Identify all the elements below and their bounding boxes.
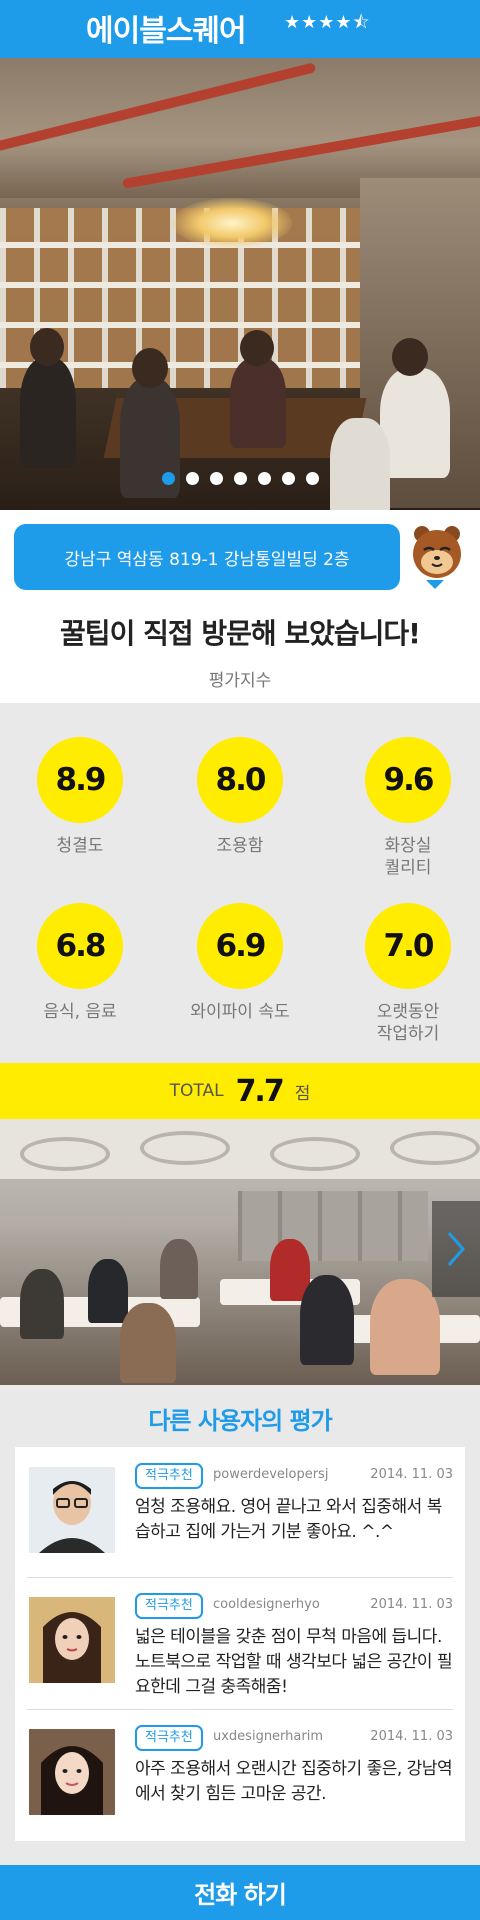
score-value: 7.0 <box>365 903 451 989</box>
photo-person <box>120 1303 176 1383</box>
score-label: 음식, 음료 <box>43 1002 117 1022</box>
photo-person <box>380 368 450 478</box>
other-reviews-section: 다른 사용자의 평가 적극추천 powerdevelopersj 2014. 1… <box>0 1385 480 1865</box>
carousel-dot[interactable] <box>161 472 175 485</box>
review-date: 2014. 11. 03 <box>370 1729 453 1744</box>
score-value: 8.9 <box>37 737 123 823</box>
carousel-dot[interactable] <box>281 472 295 485</box>
review-title: 꿀팁이 직접 방문해 보았습니다! <box>60 617 421 650</box>
carousel-dots <box>0 472 480 485</box>
avatar <box>29 1597 115 1683</box>
photo-person <box>300 1275 354 1365</box>
total-score-bar: TOTAL 7.7 점 <box>0 1063 480 1119</box>
avatar <box>29 1467 115 1553</box>
recommend-badge: 적극추천 <box>135 1463 203 1489</box>
call-button[interactable]: 전화 하기 <box>0 1865 480 1920</box>
recommend-badge: 적극추천 <box>135 1593 203 1619</box>
photo-ceiling-light <box>390 1131 480 1165</box>
carousel-dot[interactable] <box>209 472 223 485</box>
photo-person <box>230 358 286 448</box>
photo-person-head <box>132 348 168 388</box>
score-long-work: 7.0 오랫동안 작업하기 <box>338 903 478 1045</box>
total-label: TOTAL <box>169 1081 224 1101</box>
review-subtitle: 평가지수 <box>208 671 272 691</box>
photo-ceiling-light <box>270 1137 360 1171</box>
carousel-dot[interactable] <box>233 472 247 485</box>
photo-person-head <box>240 330 274 366</box>
score-panel: 8.9 청결도 8.0 조용함 9.6 화장실 퀄리티 6.8 음식, 음료 6… <box>0 703 480 1063</box>
carousel-dot[interactable] <box>305 472 319 485</box>
score-value: 8.0 <box>197 737 283 823</box>
score-value: 9.6 <box>365 737 451 823</box>
hero-photo[interactable] <box>0 58 480 510</box>
total-value: 7.7 <box>235 1073 285 1109</box>
score-value: 6.8 <box>37 903 123 989</box>
review-username: cooldesignerhyo <box>213 1597 320 1612</box>
rating-stars: ★★★★⯪ <box>284 12 371 33</box>
review-list: 적극추천 powerdevelopersj 2014. 11. 03 엄청 조용… <box>15 1447 465 1841</box>
next-photo-button[interactable] <box>432 1201 480 1297</box>
review-date: 2014. 11. 03 <box>370 1597 453 1612</box>
venue-photo[interactable] <box>0 1119 480 1385</box>
photo-chandelier <box>172 198 292 248</box>
photo-ceiling-light <box>140 1131 230 1165</box>
page-title: 에이블스퀘어 <box>86 14 247 49</box>
photo-person-head <box>392 338 428 376</box>
review-item[interactable]: 적극추천 powerdevelopersj 2014. 11. 03 엄청 조용… <box>15 1447 465 1579</box>
app-header: 에이블스퀘어 ★★★★⯪ <box>0 0 480 58</box>
score-food-drink: 6.8 음식, 음료 <box>10 903 150 1023</box>
review-text: 넓은 테이블을 갖춘 점이 무척 마음에 듭니다. 노트북으로 작업할 때 생각… <box>135 1627 453 1697</box>
score-label: 청결도 <box>56 836 104 856</box>
score-label: 와이파이 속도 <box>190 1002 290 1022</box>
score-restroom: 9.6 화장실 퀄리티 <box>338 737 478 879</box>
review-date: 2014. 11. 03 <box>370 1467 453 1482</box>
review-username: uxdesignerharim <box>213 1729 323 1744</box>
address-button[interactable]: 강남구 역삼동 819-1 강남통일빌딩 2층 <box>14 524 400 590</box>
photo-ceiling-light <box>20 1137 110 1171</box>
location-pin-icon <box>426 580 444 589</box>
chipmunk-mascot-icon <box>413 526 461 578</box>
recommend-badge: 적극추천 <box>135 1725 203 1751</box>
score-cleanliness: 8.9 청결도 <box>10 737 150 857</box>
photo-person <box>160 1239 198 1299</box>
photo-blinds <box>238 1191 428 1261</box>
review-text: 엄청 조용해요. 영어 끝나고 와서 집중해서 복습하고 집에 가는거 기분 좋… <box>135 1497 442 1542</box>
photo-person <box>20 1269 64 1339</box>
score-wifi: 6.9 와이파이 속도 <box>170 903 310 1023</box>
total-unit: 점 <box>294 1083 311 1104</box>
photo-person <box>88 1259 128 1323</box>
score-quietness: 8.0 조용함 <box>170 737 310 857</box>
photo-person <box>20 358 76 468</box>
avatar <box>29 1729 115 1815</box>
other-reviews-title: 다른 사용자의 평가 <box>148 1407 332 1435</box>
review-username: powerdevelopersj <box>213 1467 329 1482</box>
review-text: 아주 조용해서 오랜시간 집중하기 좋은, 강남역에서 찾기 힘든 고마운 공간… <box>135 1759 453 1804</box>
review-item[interactable]: 적극추천 uxdesignerharim 2014. 11. 03 아주 조용해… <box>15 1709 465 1841</box>
review-item[interactable]: 적극추천 cooldesignerhyo 2014. 11. 03 넓은 테이블… <box>15 1577 465 1709</box>
divider <box>27 1577 453 1578</box>
photo-person <box>330 418 390 510</box>
score-value: 6.9 <box>197 903 283 989</box>
divider <box>27 1709 453 1710</box>
photo-person-head <box>30 328 64 366</box>
score-label: 조용함 <box>216 836 264 856</box>
photo-person <box>370 1279 440 1375</box>
chevron-right-icon <box>447 1232 465 1266</box>
score-label: 오랫동안 작업하기 <box>376 1002 440 1044</box>
carousel-dot[interactable] <box>185 472 199 485</box>
carousel-dot[interactable] <box>257 472 271 485</box>
score-label: 화장실 퀄리티 <box>384 836 432 878</box>
